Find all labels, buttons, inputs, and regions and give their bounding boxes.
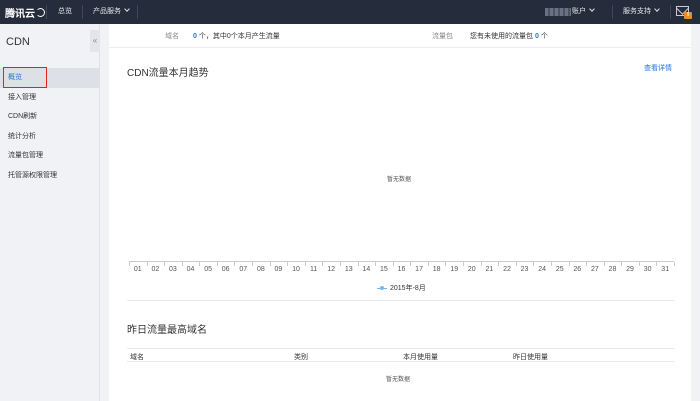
x-axis-tick-label: 27	[590, 266, 599, 273]
x-axis-tick-label: 11	[309, 266, 318, 273]
x-axis-tick-label: 26	[573, 266, 582, 273]
x-axis-tick-label: 06	[221, 266, 230, 273]
chart-legend[interactable]: 2015年-8月	[377, 283, 426, 293]
column-header-category: 类别	[294, 354, 308, 361]
x-axis-tick-label: 14	[362, 266, 371, 273]
legend-series-marker	[377, 285, 387, 291]
package-unit: 个	[540, 33, 548, 40]
x-axis-tick-label: 05	[204, 266, 212, 273]
x-axis-tick-label: 19	[450, 266, 459, 273]
chevron-down-icon	[589, 6, 595, 12]
main-content: 域名 0 个，其中0个本月产生流量 流量包 您有未使用的流量包 0 个 CDN流量本月…	[109, 24, 691, 401]
x-axis-tick-label: 23	[520, 266, 529, 273]
legend-series-label: 2015年-8月	[390, 285, 426, 292]
domain-count[interactable]: 0	[193, 33, 197, 40]
sidebar-item-access-management[interactable]: 接入管理	[0, 88, 100, 108]
highlight-box	[3, 67, 47, 88]
divider	[46, 5, 47, 19]
x-axis-tick-label: 13	[344, 266, 353, 273]
x-axis-tick	[674, 262, 675, 266]
x-axis-tick-label: 01	[133, 266, 142, 273]
sidebar-item-statistics[interactable]: 统计分析	[0, 127, 100, 147]
account-label: 账户	[572, 8, 586, 15]
sidebar-title: CDN	[6, 36, 30, 48]
mail-count-badge: 9	[684, 12, 692, 19]
divider	[670, 5, 671, 19]
x-axis-tick-label: 16	[397, 266, 406, 273]
x-axis-tick-label: 10	[292, 266, 300, 273]
sidebar-item-origin-permissions[interactable]: 托管源权限管理	[0, 166, 100, 186]
top-navigation-bar: 腾讯云 总览 产品服务 账户 服务支持 9	[0, 0, 700, 24]
package-summary-text: 您有未使用的流量包	[470, 33, 533, 40]
domain-summary: 0 个，其中0个本月产生流量	[191, 31, 280, 41]
domain-label: 域名	[165, 33, 179, 40]
x-axis-tick-label: 03	[169, 266, 177, 273]
x-axis-tick-label: 21	[485, 266, 494, 273]
column-header-month-usage: 本月使用量	[403, 354, 438, 361]
divider	[612, 5, 613, 19]
logo-text: 腾讯云	[5, 8, 35, 20]
x-axis-tick-label: 28	[608, 266, 617, 273]
support-label: 服务支持	[623, 8, 651, 15]
section-divider	[127, 300, 674, 301]
table-empty-message: 暂无数据	[386, 377, 411, 383]
divider	[137, 5, 138, 19]
x-axis-tick-label: 02	[151, 266, 160, 273]
x-axis-tick-label: 07	[239, 266, 248, 273]
sidebar-item-cdn-refresh[interactable]: CDN刷新	[0, 107, 100, 127]
collapse-sidebar-button[interactable]: «	[90, 30, 100, 52]
x-axis-tick-label: 09	[274, 266, 283, 273]
x-axis-tick-label: 15	[380, 266, 388, 273]
x-axis-tick-label: 29	[626, 266, 634, 273]
x-axis-tick-label: 24	[538, 266, 547, 273]
tencent-cloud-logo[interactable]: 腾讯云	[5, 5, 45, 20]
sidebar-item-traffic-packages[interactable]: 流量包管理	[0, 146, 100, 166]
column-header-yesterday-usage: 昨日使用量	[513, 354, 548, 361]
view-details-link[interactable]: 查看详情	[644, 63, 672, 73]
summary-bar: 域名 0 个，其中0个本月产生流量 流量包 您有未使用的流量包 0 个	[109, 24, 691, 48]
support-menu[interactable]: 服务支持	[623, 0, 660, 24]
trend-title: CDN流量本月趋势	[127, 68, 209, 79]
x-axis-tick-label: 20	[467, 266, 476, 273]
domain-summary-text: 个，其中0个本月产生流量	[198, 33, 280, 40]
chevron-down-icon	[654, 6, 660, 12]
x-axis-tick-label: 18	[432, 266, 441, 273]
x-axis-tick-label: 22	[503, 266, 511, 273]
chevron-down-icon	[124, 6, 130, 12]
x-axis-tick-label: 04	[186, 266, 195, 273]
account-name-redacted	[545, 8, 571, 16]
package-count[interactable]: 0	[535, 33, 539, 40]
x-axis: 01 02 03 04 05 06 07 08 09 10 11 12 13 14 15 16 17 18 19 20…	[129, 262, 675, 278]
nav-products-menu[interactable]: 产品服务	[93, 0, 130, 24]
x-axis-tick-label: 17	[415, 266, 423, 273]
column-header-domain: 域名	[130, 354, 144, 361]
x-axis-tick-label: 31	[661, 266, 670, 273]
account-menu[interactable]: 账户	[572, 0, 595, 24]
package-label: 流量包	[432, 33, 453, 40]
cloud-icon	[36, 7, 45, 17]
x-axis-tick-label: 12	[327, 266, 336, 273]
package-summary: 您有未使用的流量包 0 个	[470, 31, 548, 41]
top-domains-title: 昨日流量最高域名	[127, 325, 207, 336]
x-axis-tick-label: 08	[256, 266, 265, 273]
chart-empty-message: 暂无数据	[387, 177, 412, 183]
nav-products-label: 产品服务	[93, 8, 121, 15]
top-domains-table-header: 域名 类别 本月使用量 昨日使用量	[127, 348, 674, 362]
nav-overview[interactable]: 总览	[58, 0, 72, 24]
divider	[82, 5, 83, 19]
x-axis-tick-label: 30	[643, 266, 652, 273]
x-axis-tick-label: 25	[555, 266, 564, 273]
